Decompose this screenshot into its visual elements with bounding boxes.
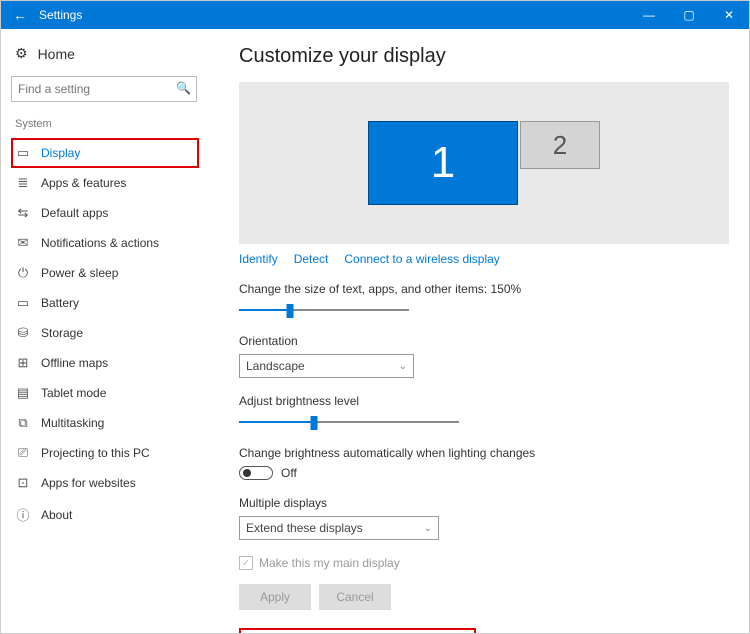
nav-icon: ⊞ (15, 355, 31, 371)
wireless-display-link[interactable]: Connect to a wireless display (344, 252, 499, 266)
apply-button: Apply (239, 584, 311, 610)
window-title: Settings (33, 8, 82, 22)
nav-label: Apps & features (41, 176, 126, 190)
gear-icon: ⚙ (15, 45, 28, 62)
checkbox-icon: ✓ (239, 556, 253, 570)
sidebar-item-storage[interactable]: ⛁ Storage (11, 318, 211, 348)
home-label: Home (38, 46, 75, 62)
nav-label: Display (41, 146, 80, 160)
sidebar-item-offline-maps[interactable]: ⊞ Offline maps (11, 348, 211, 378)
back-button[interactable]: ← (7, 7, 33, 23)
close-button[interactable]: ✕ (709, 1, 749, 29)
nav-icon: ▭ (15, 145, 31, 161)
identify-link[interactable]: Identify (239, 252, 278, 266)
multiple-displays-label: Multiple displays (239, 496, 729, 510)
nav-icon: ▤ (15, 385, 31, 401)
nav-icon: ▭ (15, 295, 31, 311)
orientation-label: Orientation (239, 334, 729, 348)
sidebar-item-default-apps[interactable]: ⇆ Default apps (11, 198, 211, 228)
minimize-button[interactable]: — (629, 1, 669, 29)
nav-icon: ⇆ (15, 205, 31, 221)
advanced-display-settings-link[interactable]: Advanced display settings (239, 628, 476, 633)
nav-label: About (41, 508, 72, 522)
search-box[interactable]: 🔍 (11, 76, 197, 102)
nav-label: Multitasking (41, 416, 104, 430)
nav-label: Tablet mode (41, 386, 106, 400)
scale-label: Change the size of text, apps, and other… (239, 282, 729, 296)
display-preview: 1 2 (239, 82, 729, 244)
nav-label: Notifications & actions (41, 236, 159, 250)
sidebar-item-projecting-to-this-pc[interactable]: ⎚ Projecting to this PC (11, 438, 211, 468)
sidebar-item-apps-for-websites[interactable]: ⊡ Apps for websites (11, 468, 211, 498)
nav-label: Power & sleep (41, 266, 118, 280)
chevron-down-icon: ⌄ (399, 361, 407, 372)
orientation-value: Landscape (246, 359, 305, 373)
brightness-label: Adjust brightness level (239, 394, 729, 408)
search-icon: 🔍 (176, 81, 191, 95)
auto-brightness-toggle[interactable] (239, 466, 273, 480)
monitor-1[interactable]: 1 (368, 121, 518, 205)
nav-icon: ≣ (15, 175, 31, 191)
sidebar-item-battery[interactable]: ▭ Battery (11, 288, 211, 318)
nav-label: Offline maps (41, 356, 108, 370)
sidebar-item-notifications-actions[interactable]: ✉ Notifications & actions (11, 228, 211, 258)
nav-icon: ⎚ (15, 445, 31, 461)
main-display-label: Make this my main display (259, 556, 400, 570)
sidebar-item-tablet-mode[interactable]: ▤ Tablet mode (11, 378, 211, 408)
category-label: System (11, 104, 211, 136)
detect-link[interactable]: Detect (294, 252, 329, 266)
nav-icon: ⧉ (15, 415, 31, 431)
auto-brightness-label: Change brightness automatically when lig… (239, 446, 729, 460)
multiple-displays-select[interactable]: Extend these displays ⌄ (239, 516, 439, 540)
nav-label: Battery (41, 296, 79, 310)
maximize-button[interactable]: ▢ (669, 1, 709, 29)
sidebar-item-power-sleep[interactable]: ⏻ Power & sleep (11, 258, 211, 288)
monitor-2[interactable]: 2 (520, 121, 600, 169)
orientation-select[interactable]: Landscape ⌄ (239, 354, 414, 378)
search-input[interactable] (11, 76, 197, 102)
page-title: Customize your display (239, 45, 729, 68)
nav-icon: ⏻ (15, 265, 31, 281)
nav-label: Apps for websites (41, 476, 136, 490)
sidebar-item-apps-features[interactable]: ≣ Apps & features (11, 168, 211, 198)
nav-icon: ✉ (15, 235, 31, 251)
sidebar-item-multitasking[interactable]: ⧉ Multitasking (11, 408, 211, 438)
nav-label: Default apps (41, 206, 108, 220)
cancel-button: Cancel (319, 584, 391, 610)
nav-icon: ⛁ (15, 325, 31, 341)
main-content: Customize your display 1 2 Identify Dete… (211, 29, 749, 633)
nav-icon: ⊡ (15, 475, 31, 491)
sidebar-item-about[interactable]: ⓘ About (11, 498, 211, 531)
nav-label: Projecting to this PC (41, 446, 150, 460)
scale-slider[interactable] (239, 302, 409, 318)
nav-label: Storage (41, 326, 83, 340)
auto-brightness-state: Off (281, 466, 297, 480)
sidebar: ⚙ Home 🔍 System ▭ Display ≣ Apps & features… (1, 29, 211, 633)
titlebar: ← Settings — ▢ ✕ (1, 1, 749, 29)
sidebar-item-display[interactable]: ▭ Display (11, 138, 199, 168)
chevron-down-icon: ⌄ (424, 523, 432, 534)
multiple-displays-value: Extend these displays (246, 521, 363, 535)
home-link[interactable]: ⚙ Home (11, 39, 211, 74)
nav-icon: ⓘ (15, 505, 31, 524)
main-display-checkbox: ✓ Make this my main display (239, 556, 729, 570)
brightness-slider[interactable] (239, 414, 459, 430)
